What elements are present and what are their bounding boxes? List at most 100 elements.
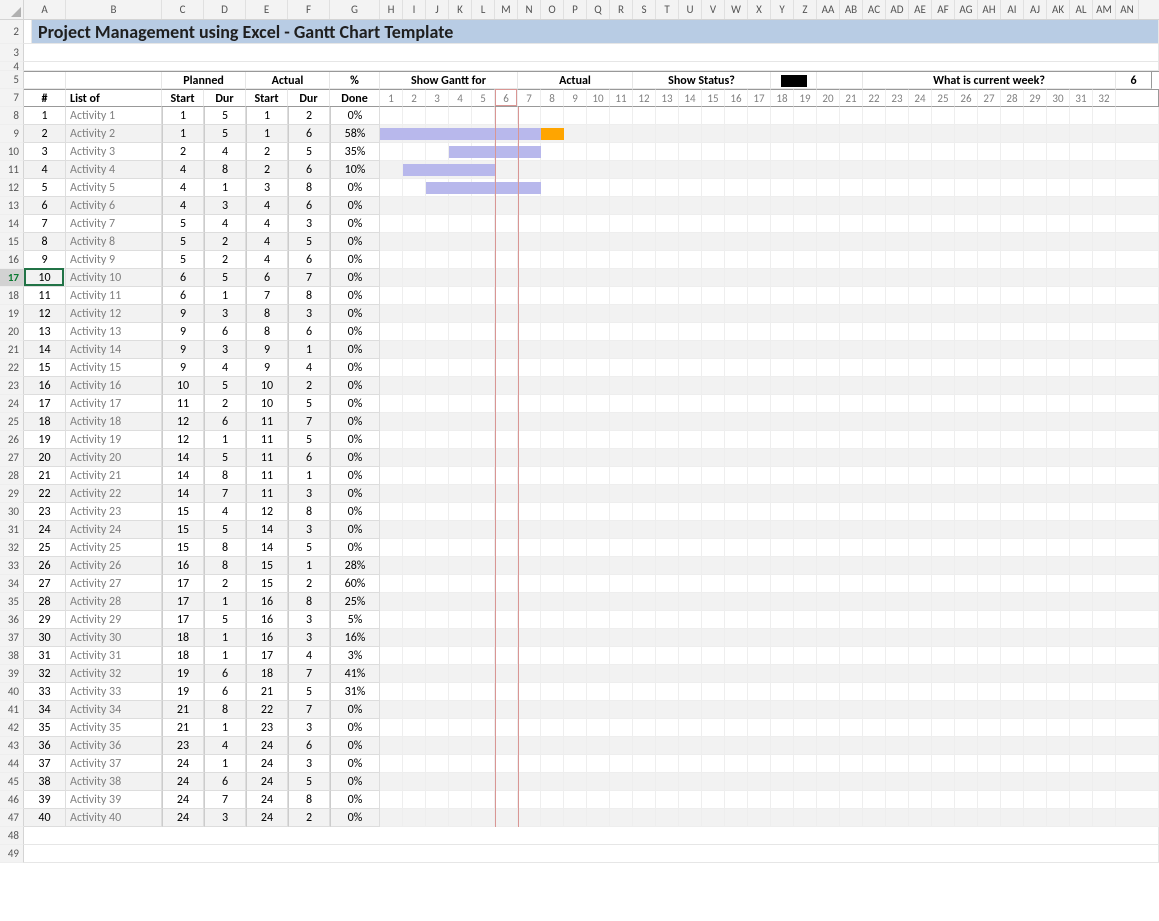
cell-pct-done[interactable]: 0%	[330, 341, 380, 359]
cell-actual-dur[interactable]: 2	[288, 377, 330, 395]
cell-pct-done[interactable]: 0%	[330, 503, 380, 521]
col-header-E[interactable]: E	[246, 0, 288, 19]
row-header-14[interactable]: 14	[0, 215, 24, 233]
cell-pct-done[interactable]: 35%	[330, 143, 380, 161]
table-row[interactable]: 1Activity 115120%	[24, 107, 1159, 125]
col-header-H[interactable]: H	[380, 0, 403, 19]
row-header-25[interactable]: 25	[0, 413, 24, 431]
table-row[interactable]: 35Activity 352112330%	[24, 719, 1159, 737]
cell-num[interactable]: 11	[24, 287, 66, 305]
cell-planned-dur[interactable]: 7	[204, 485, 246, 503]
cell-actual-dur[interactable]: 5	[288, 143, 330, 161]
col-header-W[interactable]: W	[725, 0, 748, 19]
cell-activity[interactable]: Activity 39	[66, 791, 162, 809]
cell-actual-dur[interactable]: 3	[288, 755, 330, 773]
cell-pct-done[interactable]: 0%	[330, 395, 380, 413]
cell-activity[interactable]: Activity 19	[66, 431, 162, 449]
table-row[interactable]: 7Activity 754430%	[24, 215, 1159, 233]
table-row[interactable]: 3Activity 3242535%	[24, 143, 1159, 161]
cell-pct-done[interactable]: 0%	[330, 107, 380, 125]
col-header-J[interactable]: J	[426, 0, 449, 19]
cell-actual-start[interactable]: 21	[246, 683, 288, 701]
cell-planned-dur[interactable]: 5	[204, 449, 246, 467]
cell-actual-dur[interactable]: 7	[288, 269, 330, 287]
col-header-AE[interactable]: AE	[909, 0, 932, 19]
cell-actual-dur[interactable]: 6	[288, 197, 330, 215]
cell-actual-start[interactable]: 24	[246, 791, 288, 809]
col-header-AJ[interactable]: AJ	[1024, 0, 1047, 19]
cell-activity[interactable]: Activity 35	[66, 719, 162, 737]
col-header-Z[interactable]: Z	[794, 0, 817, 19]
cell-num[interactable]: 6	[24, 197, 66, 215]
cell-planned-dur[interactable]: 8	[204, 557, 246, 575]
cell-pct-done[interactable]: 0%	[330, 773, 380, 791]
cell-activity[interactable]: Activity 34	[66, 701, 162, 719]
cell-actual-dur[interactable]: 5	[288, 773, 330, 791]
col-header-F[interactable]: F	[288, 0, 330, 19]
col-header-AK[interactable]: AK	[1047, 0, 1070, 19]
cell-activity[interactable]: Activity 27	[66, 575, 162, 593]
cell-num[interactable]: 20	[24, 449, 66, 467]
row-header-19[interactable]: 19	[0, 305, 24, 323]
cell-num[interactable]: 17	[24, 395, 66, 413]
cell-planned-start[interactable]: 24	[162, 773, 204, 791]
cell-actual-dur[interactable]: 5	[288, 539, 330, 557]
cell-actual-start[interactable]: 8	[246, 323, 288, 341]
row-header-23[interactable]: 23	[0, 377, 24, 395]
table-row[interactable]: 26Activity 2616815128%	[24, 557, 1159, 575]
cell-planned-start[interactable]: 19	[162, 683, 204, 701]
cell-actual-start[interactable]: 9	[246, 359, 288, 377]
col-header-AF[interactable]: AF	[932, 0, 955, 19]
row-header-11[interactable]: 11	[0, 161, 24, 179]
table-row[interactable]: 2Activity 2151658%	[24, 125, 1159, 143]
row-header-15[interactable]: 15	[0, 233, 24, 251]
cell-actual-start[interactable]: 4	[246, 251, 288, 269]
table-row[interactable]: 37Activity 372412430%	[24, 755, 1159, 773]
cell-actual-dur[interactable]: 3	[288, 485, 330, 503]
cell-num[interactable]: 33	[24, 683, 66, 701]
row-header-24[interactable]: 24	[0, 395, 24, 413]
cell-activity[interactable]: Activity 15	[66, 359, 162, 377]
cell-planned-start[interactable]: 12	[162, 431, 204, 449]
cell-planned-dur[interactable]: 2	[204, 575, 246, 593]
row-header-28[interactable]: 28	[0, 467, 24, 485]
cell-activity[interactable]: Activity 20	[66, 449, 162, 467]
cell-planned-dur[interactable]: 5	[204, 269, 246, 287]
cell-planned-dur[interactable]: 3	[204, 305, 246, 323]
cell-planned-start[interactable]: 17	[162, 593, 204, 611]
table-row[interactable]: 8Activity 852450%	[24, 233, 1159, 251]
cell-activity[interactable]: Activity 21	[66, 467, 162, 485]
cell-pct-done[interactable]: 10%	[330, 161, 380, 179]
cell-actual-start[interactable]: 4	[246, 215, 288, 233]
cell-planned-start[interactable]: 9	[162, 341, 204, 359]
cell-actual-dur[interactable]: 6	[288, 323, 330, 341]
col-header-R[interactable]: R	[610, 0, 633, 19]
cell-planned-dur[interactable]: 2	[204, 233, 246, 251]
cell-planned-start[interactable]: 6	[162, 269, 204, 287]
cell-pct-done[interactable]: 0%	[330, 215, 380, 233]
cell-activity[interactable]: Activity 4	[66, 161, 162, 179]
cell-actual-start[interactable]: 4	[246, 197, 288, 215]
cell-planned-start[interactable]: 11	[162, 395, 204, 413]
row-header-10[interactable]: 10	[0, 143, 24, 161]
cell-planned-start[interactable]: 4	[162, 179, 204, 197]
cell-planned-dur[interactable]: 5	[204, 521, 246, 539]
row-header-42[interactable]: 42	[0, 719, 24, 737]
cell-activity[interactable]: Activity 9	[66, 251, 162, 269]
cell-planned-start[interactable]: 4	[162, 161, 204, 179]
cell-planned-dur[interactable]: 4	[204, 503, 246, 521]
cell-num[interactable]: 27	[24, 575, 66, 593]
cell-actual-start[interactable]: 3	[246, 179, 288, 197]
row-header-48[interactable]: 48	[0, 827, 24, 845]
col-header-A[interactable]: A	[24, 0, 66, 19]
row-header-41[interactable]: 41	[0, 701, 24, 719]
cell-actual-dur[interactable]: 3	[288, 305, 330, 323]
cell-planned-start[interactable]: 10	[162, 377, 204, 395]
cell-actual-dur[interactable]: 4	[288, 359, 330, 377]
cell-actual-dur[interactable]: 4	[288, 647, 330, 665]
row-header-39[interactable]: 39	[0, 665, 24, 683]
table-row[interactable]: 31Activity 311811743%	[24, 647, 1159, 665]
cell-actual-dur[interactable]: 3	[288, 719, 330, 737]
cell-planned-start[interactable]: 9	[162, 323, 204, 341]
select-all-corner[interactable]	[0, 0, 24, 20]
